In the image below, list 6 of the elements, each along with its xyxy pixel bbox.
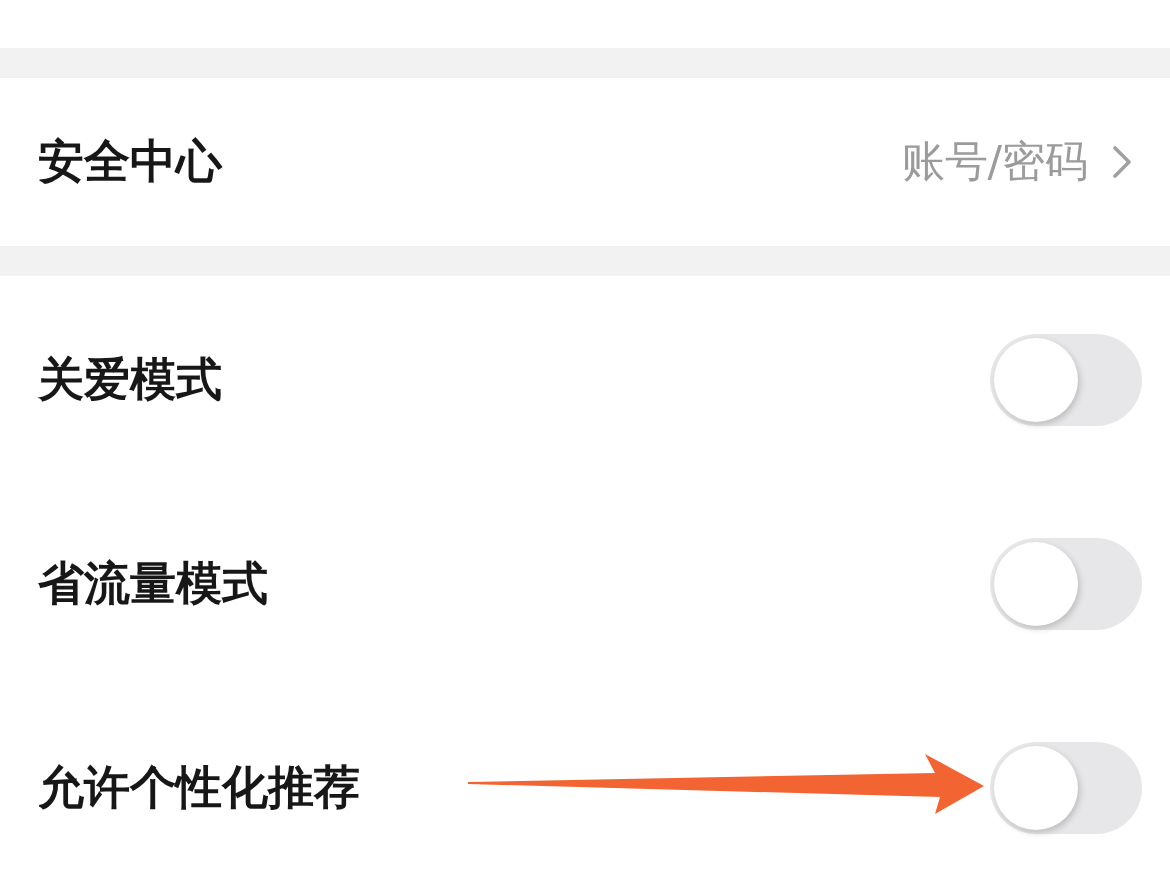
setting-label: 关爱模式 [38,351,222,408]
row-value: 账号/密码 [901,135,1088,188]
chevron-right-icon [1112,146,1132,178]
setting-label: 允许个性化推荐 [38,759,360,816]
setting-label: 省流量模式 [38,555,268,612]
row-label: 安全中心 [38,133,222,190]
